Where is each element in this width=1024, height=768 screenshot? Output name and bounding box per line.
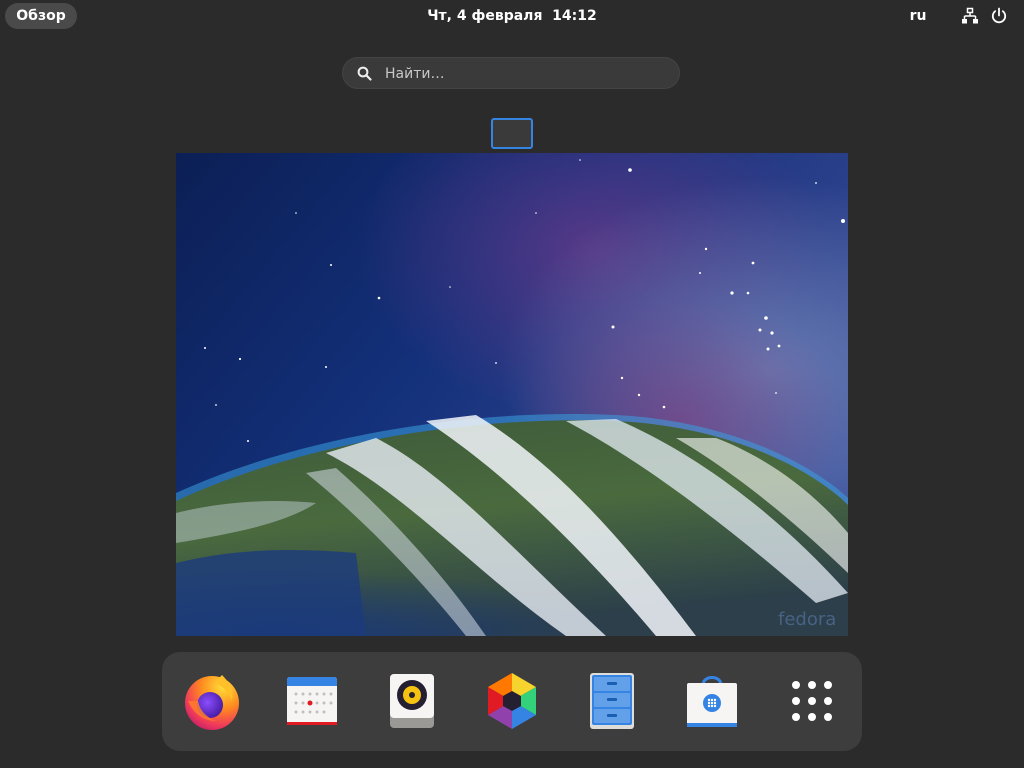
network-wired-icon[interactable] <box>961 7 979 25</box>
dock-item-calendar[interactable] <box>279 668 345 734</box>
software-icon <box>687 676 737 727</box>
search-icon <box>357 66 372 81</box>
wallpaper-image: fedora <box>176 153 848 636</box>
app-grid-icon <box>792 681 832 721</box>
dock-item-photos[interactable] <box>479 668 545 734</box>
dash-dock <box>162 652 862 751</box>
dock-item-firefox[interactable] <box>179 668 245 734</box>
workspace-preview[interactable]: fedora <box>176 153 848 636</box>
photos-icon <box>488 673 536 729</box>
power-icon[interactable] <box>990 7 1008 25</box>
workspace-thumbnail[interactable] <box>491 118 533 149</box>
show-applications-button[interactable] <box>779 668 845 734</box>
search-input[interactable] <box>383 58 667 90</box>
calendar-icon <box>287 677 337 725</box>
search-box[interactable] <box>342 57 680 90</box>
firefox-icon <box>185 675 239 730</box>
keyboard-layout-indicator[interactable]: ru <box>905 3 931 29</box>
fedora-watermark: fedora <box>778 609 836 630</box>
files-icon <box>590 673 634 729</box>
activities-button[interactable]: Обзор <box>5 3 77 29</box>
dock-item-rhythmbox[interactable] <box>379 668 445 734</box>
top-bar: Обзор Чт, 4 февраля 14:12 ru <box>0 0 1024 32</box>
clock-container: Чт, 4 февраля 14:12 <box>0 0 1024 32</box>
dock-item-software[interactable] <box>679 668 745 734</box>
dock-item-files[interactable] <box>579 668 645 734</box>
rhythmbox-icon <box>390 674 434 728</box>
date-time-clock[interactable]: Чт, 4 февраля 14:12 <box>427 8 597 24</box>
